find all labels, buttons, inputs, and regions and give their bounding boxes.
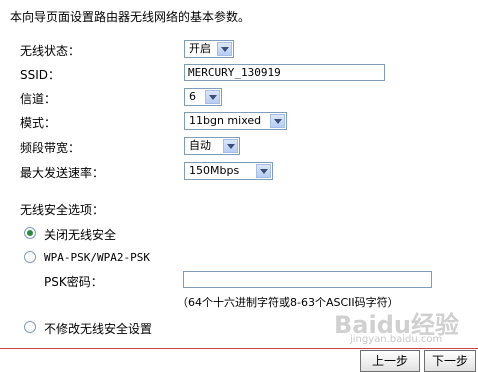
security-section-label: 无线安全选项： [20,203,105,217]
max-rate-label: 最大发送速率： [20,166,105,180]
wireless-status-select[interactable]: 开启 [184,40,234,58]
radio-disable-security-label: 关闭无线安全 [44,228,117,242]
max-rate-select[interactable]: 150Mbps [184,162,273,180]
radio-keep-security[interactable] [24,321,36,333]
radio-wpa-psk[interactable] [24,251,36,263]
mode-select[interactable]: 11bgn mixed [184,112,287,130]
bandwidth-label: 频段带宽： [20,141,81,155]
bandwidth-select[interactable]: 自动 [184,137,240,155]
channel-select[interactable]: 6 [184,88,222,106]
chevron-down-icon[interactable] [217,42,232,56]
wireless-status-label: 无线状态： [20,44,81,58]
watermark-url: jingyan.baidu.com [350,334,443,345]
radio-wpa-psk-label: WPA-PSK/WPA2-PSK [44,251,150,264]
chevron-down-icon[interactable] [205,90,220,104]
prev-button[interactable]: 上一步 [360,350,420,372]
max-rate-value: 150Mbps [189,164,240,177]
chevron-down-icon[interactable] [270,114,285,128]
intro-text: 本向导页面设置路由器无线网络的基本参数。 [10,10,251,24]
mode-label: 模式： [20,116,57,130]
radio-keep-security-label: 不修改无线安全设置 [44,322,153,336]
bandwidth-value: 自动 [189,139,211,152]
next-button[interactable]: 下一步 [424,350,476,372]
channel-value: 6 [189,90,196,103]
chevron-down-icon[interactable] [256,164,271,178]
ssid-label: SSID： [20,68,61,82]
channel-label: 信道： [20,92,57,106]
wireless-status-value: 开启 [189,42,211,55]
mode-value: 11bgn mixed [189,114,262,127]
bottom-divider [0,348,478,349]
ssid-input[interactable]: MERCURY_130919 [184,64,385,81]
radio-disable-security[interactable] [24,227,36,239]
psk-password-input[interactable] [183,271,432,288]
chevron-down-icon[interactable] [223,139,238,153]
psk-label: PSK密码： [44,275,103,289]
